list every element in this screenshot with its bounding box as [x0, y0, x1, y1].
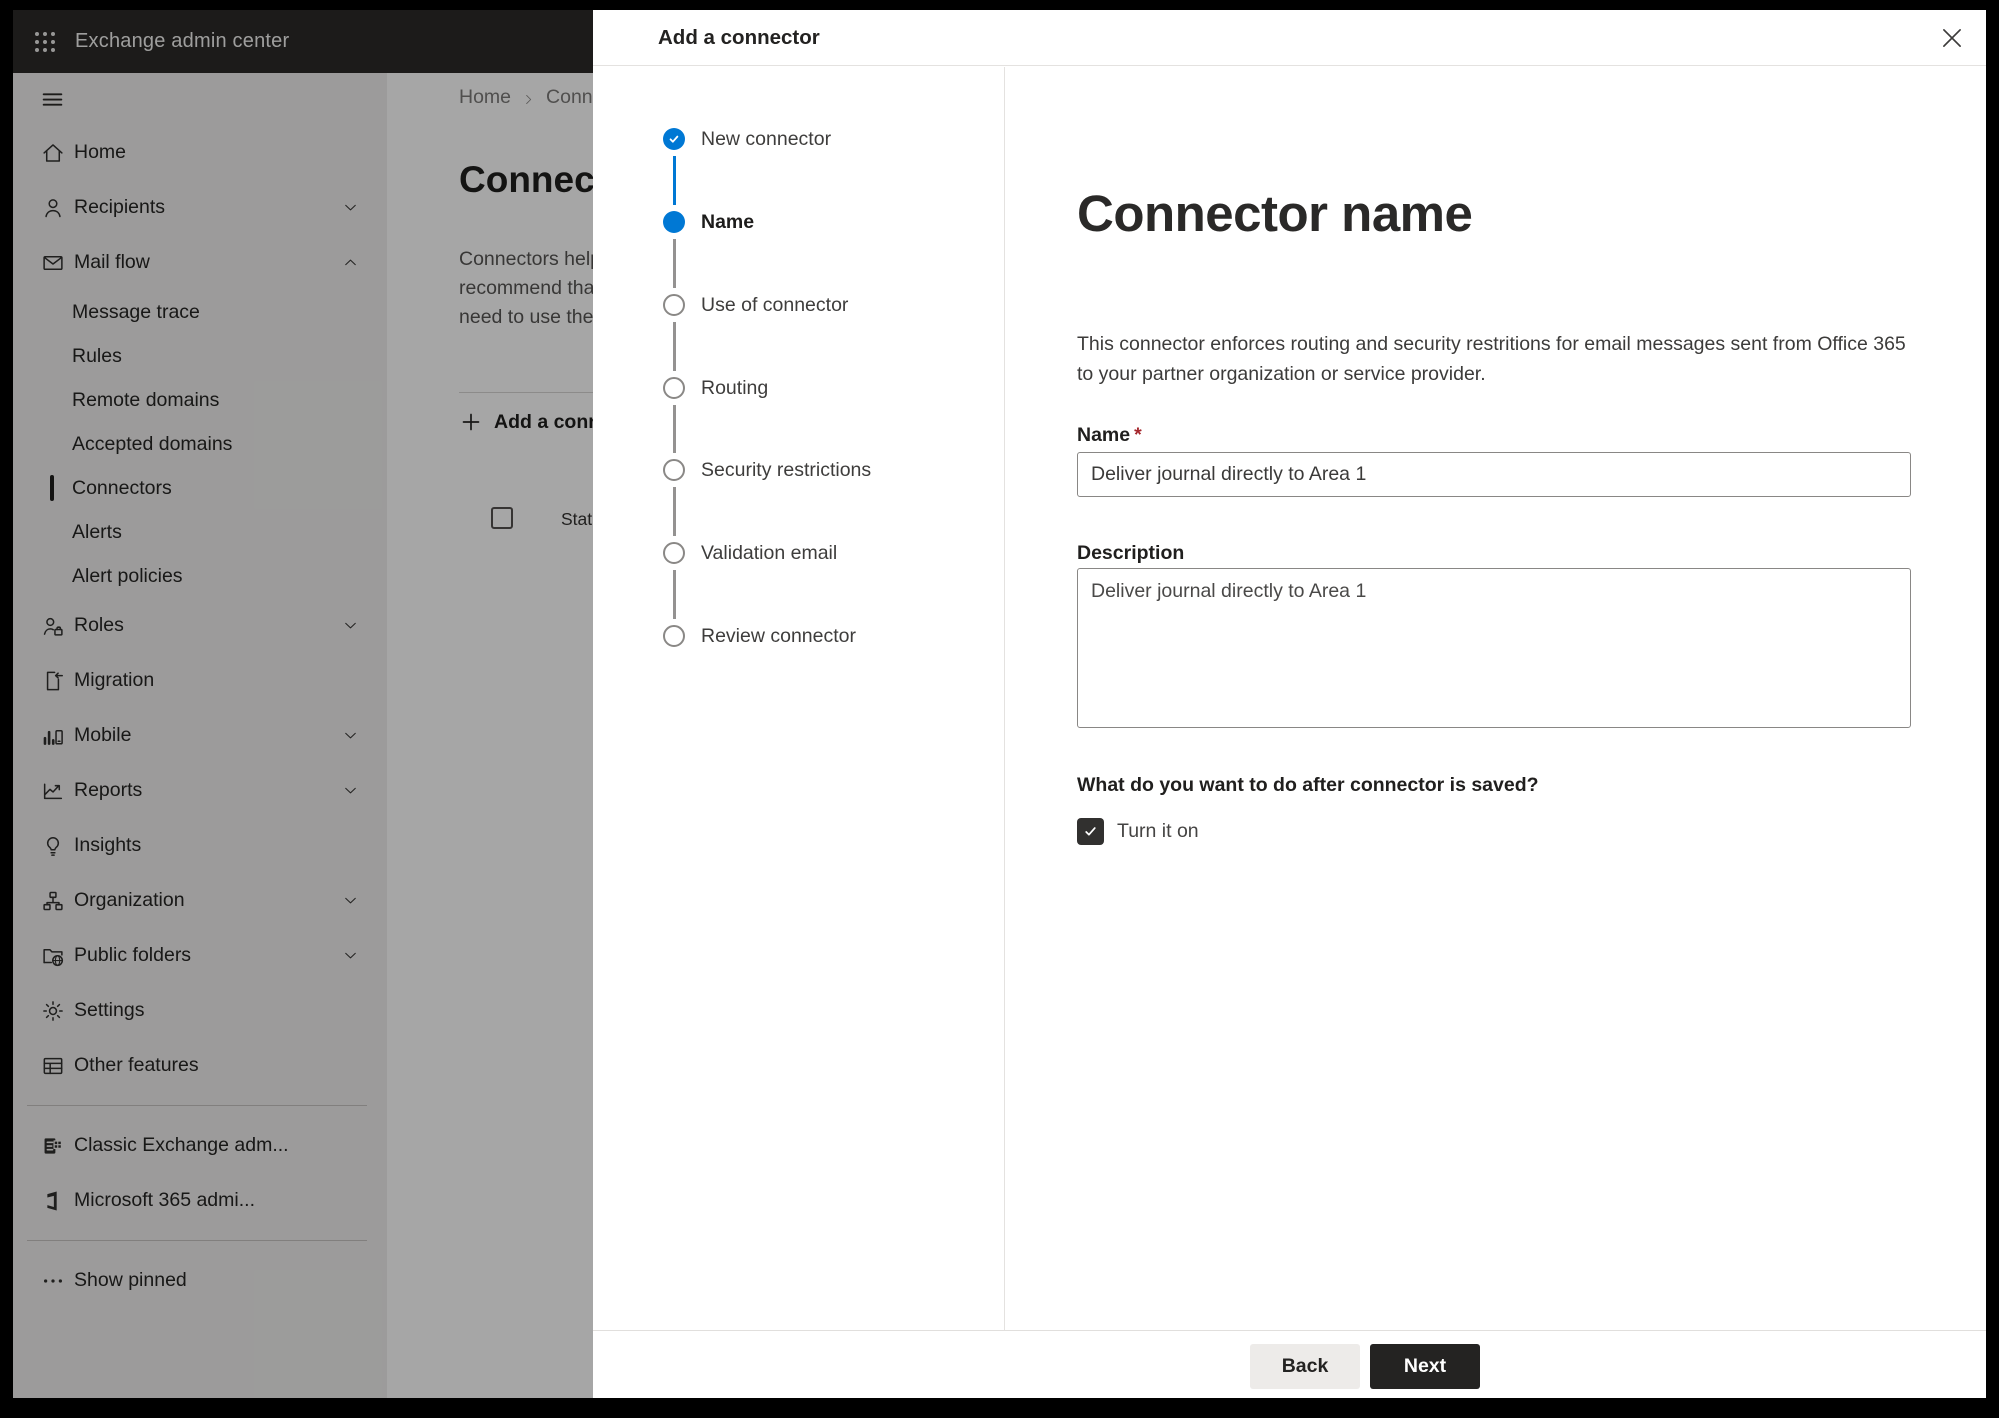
description-textarea[interactable] — [1077, 568, 1911, 728]
screen: Exchange admin center Home Recipients Mail… — [13, 10, 1986, 1398]
dialog-header: Add a connector — [593, 10, 1986, 66]
next-button[interactable]: Next — [1370, 1344, 1480, 1389]
checkbox-checked-icon[interactable] — [1077, 818, 1104, 845]
step-connector-line — [673, 570, 676, 619]
wizard-step-validation-email[interactable]: Validation email — [663, 541, 837, 565]
dialog-title: Add a connector — [658, 26, 820, 49]
dialog-body: New connector Name Use of connector Routing… — [593, 67, 1986, 1330]
step-upcoming-icon — [663, 294, 685, 316]
dialog-footer: Back Next — [593, 1330, 1986, 1398]
wizard-content: Connector name This connector enforces r… — [1006, 67, 1986, 1330]
wizard-step-routing[interactable]: Routing — [663, 376, 768, 400]
wizard-step-security-restrictions[interactable]: Security restrictions — [663, 458, 871, 482]
wizard-step-label: Review connector — [701, 624, 856, 647]
wizard-step-label: Use of connector — [701, 293, 849, 316]
step-upcoming-icon — [663, 377, 685, 399]
wizard-step-label: Routing — [701, 376, 769, 399]
name-field-label: Name * — [1077, 424, 1142, 447]
after-save-question: What do you want to do after connector i… — [1077, 774, 1539, 796]
close-icon — [1943, 29, 1961, 47]
step-connector-line — [673, 156, 676, 205]
wizard-step-name[interactable]: Name — [663, 210, 754, 234]
wizard-step-label: Validation email — [701, 541, 838, 564]
step-connector-line — [673, 239, 676, 288]
back-button[interactable]: Back — [1250, 1344, 1360, 1389]
turn-it-on-checkbox-row[interactable]: Turn it on — [1077, 818, 1199, 845]
step-upcoming-icon — [663, 542, 685, 564]
step-connector-line — [673, 487, 676, 536]
wizard-step-review-connector[interactable]: Review connector — [663, 624, 856, 648]
step-description: This connector enforces routing and secu… — [1077, 333, 1906, 385]
close-button[interactable] — [1936, 22, 1968, 54]
required-asterisk: * — [1134, 424, 1142, 446]
name-label-text: Name — [1077, 424, 1131, 446]
wizard-step-new-connector[interactable]: New connector — [663, 127, 831, 151]
wizard-step-label: Security restrictions — [701, 458, 872, 481]
wizard-step-label: New connector — [701, 127, 832, 150]
step-upcoming-icon — [663, 459, 685, 481]
step-heading: Connector name — [1077, 185, 1473, 242]
screenshot-root: { "topbar": { "title": "Exchange admin c… — [0, 0, 1999, 1418]
wizard-step-use-of-connector[interactable]: Use of connector — [663, 293, 848, 317]
step-connector-line — [673, 405, 676, 453]
step-connector-line — [673, 322, 676, 371]
step-completed-icon — [663, 128, 685, 150]
turn-it-on-label: Turn it on — [1117, 820, 1199, 842]
step-current-icon — [663, 211, 685, 233]
description-field-label: Description — [1077, 542, 1185, 564]
name-input[interactable] — [1077, 452, 1911, 497]
wizard-step-label: Name — [701, 210, 755, 233]
wizard-stepper: New connector Name Use of connector Routing… — [593, 67, 1005, 1330]
step-upcoming-icon — [663, 625, 685, 647]
add-connector-dialog: Add a connector New connector Name Use of … — [593, 10, 1986, 1398]
